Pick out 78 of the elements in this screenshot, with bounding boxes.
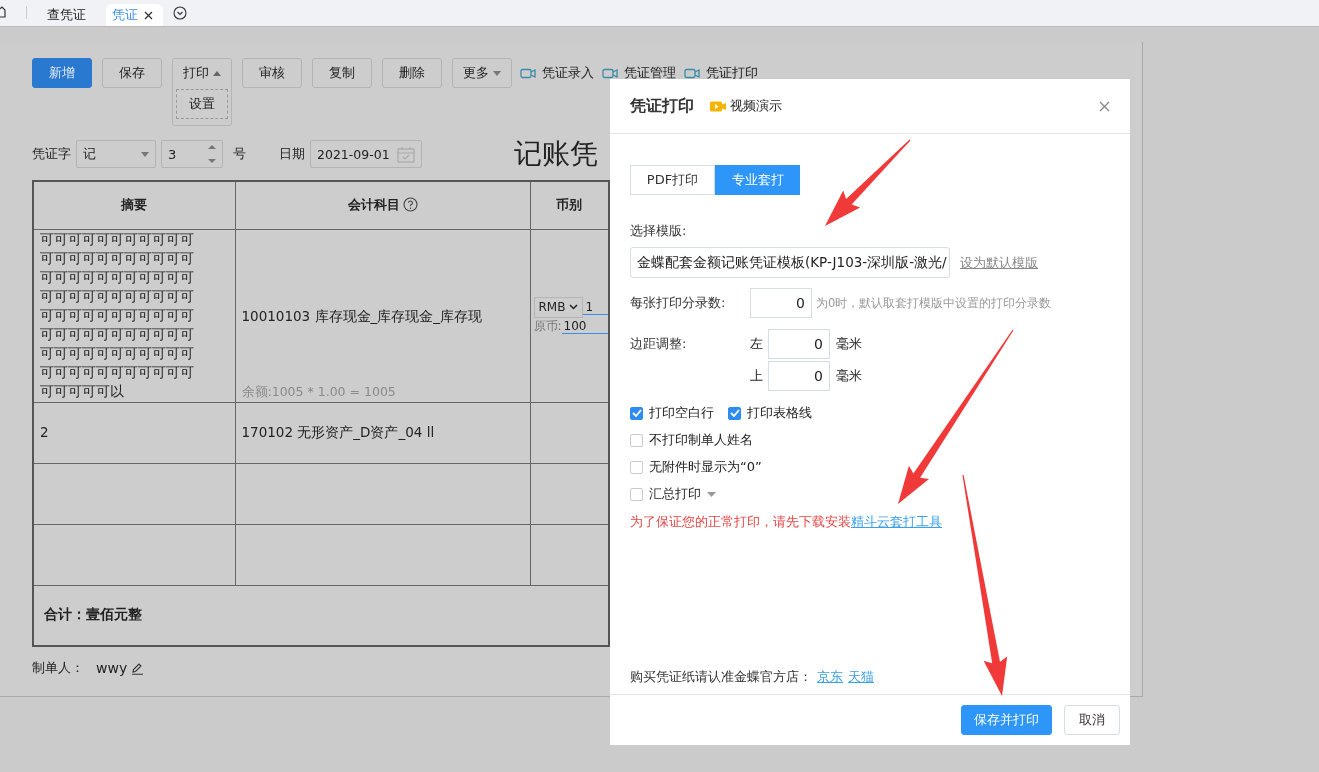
exchange-rate-field[interactable]: 1	[583, 299, 608, 315]
video-icon	[710, 100, 726, 112]
account-text: 170102 无形资产_D资产_04 ll	[241, 423, 436, 442]
set-default-link[interactable]: 设为默认模版	[960, 253, 1038, 272]
page-tab[interactable]: 查凭证	[41, 4, 96, 26]
checkbox[interactable]	[728, 406, 741, 420]
print-option[interactable]: 打印表格线	[728, 403, 812, 423]
page-tab[interactable]: 凭证	[106, 4, 163, 26]
column-header: 摘要	[121, 197, 148, 213]
entries-hint: 为0时，默认取套打模版中设置的打印分录数	[816, 295, 1052, 311]
account-text: 10010103 库存现金_库存现金_库存现	[241, 307, 483, 326]
toolbar-button[interactable]: 新增	[32, 58, 92, 88]
print-option[interactable]: 汇总打印	[630, 484, 1110, 504]
video-link[interactable]: 凭证管理	[602, 58, 676, 88]
toolbar-button[interactable]: 删除	[382, 58, 442, 88]
print-option[interactable]: 无附件时显示为“0”	[630, 457, 1110, 477]
column-header: 会计科目	[347, 197, 400, 213]
camera-icon	[684, 67, 700, 79]
video-link[interactable]: 凭证打印	[684, 58, 758, 88]
settings-menu-item[interactable]: 设置	[176, 89, 228, 119]
voucher-word-select[interactable]: 记	[76, 140, 156, 168]
date-label: 日期	[279, 145, 305, 163]
caret-down-icon	[141, 151, 149, 157]
entries-field[interactable]: 0	[750, 288, 812, 318]
maker-label: 制单人：	[32, 659, 84, 677]
voucher-title: 记账凭	[514, 136, 598, 172]
dialog-button[interactable]: 取消	[1064, 705, 1120, 735]
toolbar-button[interactable]: 审核	[242, 58, 302, 88]
shop-notice: 购买凭证纸请认准金蝶官方店： 京东 天猫	[630, 668, 875, 686]
balance-text: 余额:1005 * 1.00 = 1005	[241, 383, 397, 401]
print-option[interactable]: 打印空白行	[630, 403, 714, 423]
checkbox[interactable]	[630, 433, 643, 447]
toolbar-button[interactable]: 复制	[312, 58, 372, 88]
voucher-number-field[interactable]: 3	[161, 140, 223, 168]
summary-text: 2	[40, 423, 50, 442]
chevron-down-icon	[569, 304, 579, 310]
caret-up-icon	[213, 70, 221, 76]
summary-text: 可可可可可可可可可可可可可可可可可可可可可可可可可可可可可可可可可可可可可可可可可可可可可可可可可可可可可可可可可可可可可可可可可可可可可可可可可可可可可可可可可可可可可可可可可可可可可以	[40, 230, 195, 401]
checkbox[interactable]	[630, 487, 643, 501]
column-header: 币别	[556, 197, 583, 213]
template-select[interactable]: 金蝶配套金额记账凭证模板(KP-J103-深圳版-激光/	[630, 247, 950, 278]
caret-down-icon	[493, 70, 501, 76]
chevron-circle-icon[interactable]	[173, 6, 187, 20]
print-mode-tab[interactable]: PDF打印	[630, 165, 715, 195]
more-button[interactable]: 更多	[452, 58, 512, 88]
template-label: 选择模版:	[630, 222, 688, 240]
unit-label: 毫米	[836, 367, 862, 385]
home-icon[interactable]	[0, 6, 6, 18]
margin-side-label: 上	[750, 367, 764, 385]
video-demo-link[interactable]: 视频演示	[710, 97, 782, 115]
voucher-word-label: 凭证字	[32, 145, 71, 163]
checkbox[interactable]	[630, 406, 643, 420]
margin-side-label: 左	[750, 335, 764, 353]
total-text: 合计：壹佰元整	[44, 606, 142, 623]
maker-name: wwy	[96, 660, 128, 676]
unit-label: 毫米	[836, 335, 862, 353]
spinner-arrows-icon[interactable]	[208, 144, 216, 164]
number-suffix: 号	[233, 145, 246, 163]
margin-label: 边距调整:	[630, 335, 688, 353]
dialog-title: 凭证打印	[630, 95, 694, 117]
original-currency-label: 原币:	[533, 317, 562, 335]
currency-select[interactable]: RMB	[533, 296, 584, 318]
pencil-icon[interactable]	[131, 661, 145, 675]
original-amount-field[interactable]: 100	[561, 318, 608, 334]
help-icon[interactable]	[402, 197, 418, 213]
video-link[interactable]: 凭证录入	[520, 58, 594, 88]
camera-icon	[520, 67, 536, 79]
print-option[interactable]: 不打印制单人姓名	[630, 430, 1110, 450]
date-field[interactable]: 2021-09-01	[310, 140, 422, 168]
checkbox[interactable]	[630, 460, 643, 474]
close-icon[interactable]	[144, 10, 153, 20]
toolbar-button[interactable]: 保存	[102, 58, 162, 88]
entries-label: 每张打印分录数:	[630, 294, 727, 312]
caret-down-icon[interactable]	[707, 491, 716, 497]
camera-icon	[602, 67, 618, 79]
margin-field[interactable]: 0	[768, 329, 830, 359]
install-warning: 为了保证您的正常打印，请先下载安装精斗云套打工具	[630, 513, 943, 531]
margin-field[interactable]: 0	[768, 361, 830, 391]
